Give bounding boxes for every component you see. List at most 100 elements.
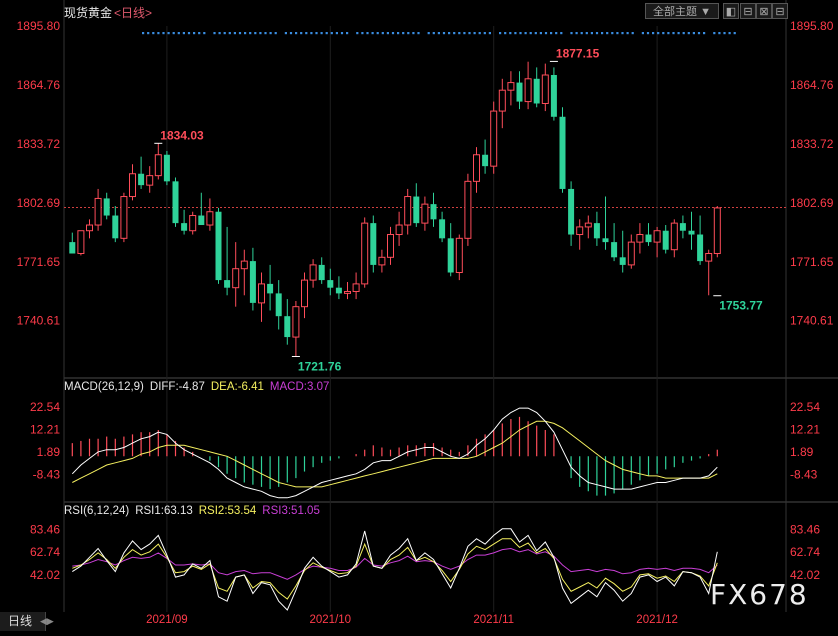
macd-tick-left: 12.21 (30, 423, 60, 437)
price-tick-right: 1740.61 (790, 314, 834, 328)
diff-line (71, 407, 718, 499)
signal-dot (203, 32, 206, 35)
signal-dot (713, 32, 716, 35)
candle-body (636, 234, 644, 243)
signal-dot (733, 32, 736, 35)
x-tick-label: 2021/11 (473, 614, 514, 626)
signal-dot (172, 32, 175, 35)
macd-tick-left: 22.54 (30, 400, 60, 414)
candle-body (713, 207, 721, 255)
price-tick-right: 1864.76 (790, 78, 834, 92)
signal-dot (728, 32, 731, 35)
candle-body (215, 211, 222, 281)
signal-dot (723, 32, 726, 35)
macd-tick-right: -8.43 (790, 468, 818, 482)
signal-dot (570, 32, 573, 35)
signal-dot (539, 32, 542, 35)
price-tick-left: 1771.65 (17, 255, 61, 269)
candle-body (593, 223, 600, 239)
signal-dot (601, 32, 604, 35)
signal-dot (616, 32, 619, 35)
signal-dot (524, 32, 527, 35)
signal-dot (580, 32, 583, 35)
candle-body (129, 173, 136, 198)
minimize-icon[interactable]: ⊟ (740, 3, 756, 19)
macd-legend-name: MACD(26,12,9) (64, 381, 144, 393)
signal-dot (233, 32, 236, 35)
signal-dot (662, 32, 665, 35)
scroll-arrows-icon[interactable]: ◀▶ (40, 612, 54, 631)
candle-body (653, 230, 661, 243)
signal-dot (213, 32, 216, 35)
signal-dot (315, 32, 318, 35)
signal-dot (458, 32, 461, 35)
watermark-logo: FX678 (710, 578, 809, 611)
candle-body (447, 238, 454, 273)
candle-body (206, 211, 214, 226)
candle-body (576, 226, 584, 236)
price-annotation: 1834.03 (160, 128, 204, 142)
candle-body (611, 242, 618, 258)
price-tick-right: 1771.65 (790, 255, 834, 269)
price-tick-left: 1864.76 (17, 78, 61, 92)
signal-dot (550, 32, 553, 35)
candle-body (473, 154, 480, 182)
signal-dot (254, 32, 257, 35)
signal-dot (453, 32, 456, 35)
theme-selector-label: 全部主题 (653, 6, 698, 18)
price-annotation: 1877.15 (556, 46, 600, 60)
candle-body (344, 290, 351, 294)
candle-body (541, 74, 549, 104)
price-tick-right: 1802.69 (790, 196, 834, 210)
signal-dot (626, 32, 629, 35)
chart-stage: 1834.03 1877.15 1721.76 1753.77 1895.80 1895… (0, 0, 838, 631)
signal-dot (687, 32, 690, 35)
signal-dot (157, 32, 160, 35)
macd-legend: MACD(26,12,9) DIFF:-4.87 DEA:-6.41 MACD:3.0… (64, 381, 335, 393)
macd-tick-right: 1.89 (790, 445, 814, 459)
signal-dot (402, 32, 405, 35)
signal-dot (335, 32, 338, 35)
candle-body (568, 188, 575, 235)
close-icon[interactable]: ⊠ (756, 3, 772, 19)
layout-icon[interactable]: ◧ (723, 3, 739, 19)
signal-dot (595, 32, 599, 35)
candle-body (387, 234, 394, 258)
signal-dot (310, 32, 313, 35)
candle-body (275, 293, 282, 317)
signal-dot (289, 32, 293, 35)
signal-dot (340, 32, 344, 35)
signal-dot (284, 32, 287, 35)
signal-dot (228, 32, 231, 35)
theme-selector-button[interactable]: 全部主题 ▼ (645, 3, 719, 19)
signal-dot (264, 32, 267, 35)
candle-body (318, 264, 325, 281)
signal-dot (295, 32, 298, 35)
signal-dot (652, 32, 655, 35)
signal-dot (142, 32, 145, 35)
signal-dot (641, 32, 644, 35)
signal-dot (514, 32, 517, 35)
period-selector[interactable]: <日线> (114, 6, 152, 20)
signal-dot (244, 32, 247, 35)
signal-dot (692, 32, 695, 35)
signal-dot (269, 32, 272, 35)
signal-dot (534, 32, 537, 35)
candle-body (464, 180, 472, 239)
candle-body (584, 222, 592, 228)
candle-body (455, 237, 463, 274)
signal-dot (442, 32, 446, 35)
candle-body (490, 110, 498, 167)
signal-dot (585, 32, 588, 35)
candle-body (430, 204, 437, 220)
candle-body (404, 196, 412, 226)
maximize-icon[interactable]: ⊟ (772, 3, 788, 19)
signal-dot (544, 32, 548, 35)
rsi-legend-rsi1: RSI1:63.13 (135, 505, 193, 517)
signal-dot (529, 32, 532, 35)
price-tick-right: 1833.72 (790, 137, 834, 151)
tab-daily[interactable]: 日线 ◀▶ (0, 612, 54, 631)
signal-dot (198, 32, 201, 35)
tab-daily-label: 日线 (8, 614, 33, 628)
signal-dot (621, 32, 624, 35)
